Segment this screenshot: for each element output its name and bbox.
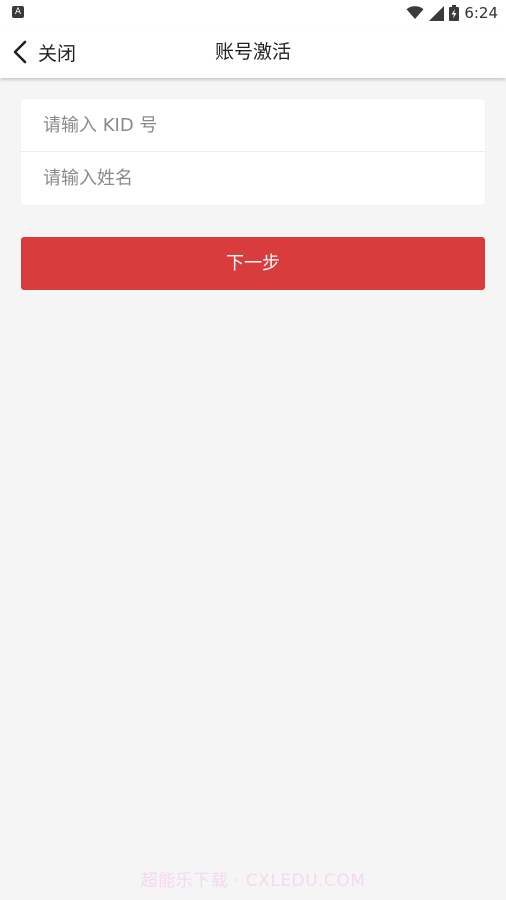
battery-charging-icon <box>449 5 460 21</box>
chevron-left-icon <box>13 40 27 64</box>
keyboard-a-icon: A <box>12 6 24 18</box>
close-button[interactable]: 关闭 <box>12 34 76 70</box>
name-input[interactable] <box>21 152 485 204</box>
watermark: 超能乐下载 · CXLEDU.COM <box>140 871 366 891</box>
kid-input[interactable] <box>21 99 485 151</box>
kid-field <box>21 99 485 151</box>
close-label: 关闭 <box>38 42 77 65</box>
next-button[interactable]: 下一步 <box>21 237 485 290</box>
app-bar: 关闭 账号激活 <box>0 26 506 78</box>
signal-icon <box>429 5 445 21</box>
status-bar: A 6:24 <box>0 0 506 26</box>
status-icons: 6:24 <box>406 3 498 23</box>
status-time: 6:24 <box>464 4 498 22</box>
name-field <box>21 152 485 204</box>
activation-form <box>21 99 485 205</box>
wifi-icon <box>406 6 424 19</box>
